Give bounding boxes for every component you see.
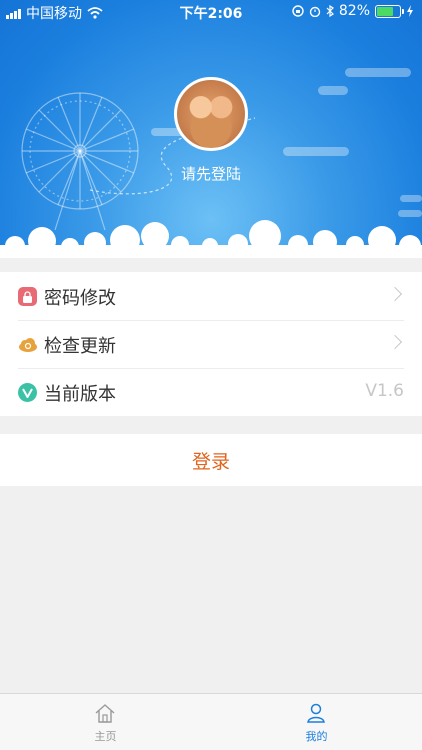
menu-item-label: 检查更新 bbox=[44, 336, 116, 357]
menu-item-label: 密码修改 bbox=[44, 288, 116, 309]
profile-header: 请先登陆 bbox=[0, 0, 422, 258]
status-bar: 中国移动 下午2:06 82% bbox=[0, 0, 422, 24]
lock-icon bbox=[18, 287, 37, 306]
chevron-right-icon bbox=[387, 334, 403, 350]
status-right: 82% bbox=[292, 3, 414, 19]
version-value: V1.6 bbox=[365, 381, 404, 401]
tab-mine[interactable]: 我的 bbox=[211, 694, 422, 750]
menu-item-check-update[interactable]: 检查更新 bbox=[0, 320, 422, 368]
user-icon bbox=[307, 703, 325, 723]
alarm-icon bbox=[309, 6, 321, 17]
chevron-right-icon bbox=[387, 286, 403, 302]
cloud-refresh-icon bbox=[18, 335, 37, 354]
avatar[interactable] bbox=[174, 77, 248, 151]
menu-item-change-password[interactable]: 密码修改 bbox=[0, 272, 422, 320]
battery-fill bbox=[377, 6, 394, 16]
tab-bar: 主页 我的 bbox=[0, 693, 422, 750]
battery-percent: 82% bbox=[338, 3, 370, 19]
tab-home[interactable]: 主页 bbox=[0, 694, 211, 750]
ferris-wheel-icon bbox=[21, 92, 139, 231]
bluetooth-icon bbox=[326, 5, 334, 17]
menu-item-label: 当前版本 bbox=[44, 384, 116, 405]
login-prompt[interactable]: 请先登陆 bbox=[0, 163, 422, 184]
orientation-lock-icon bbox=[292, 5, 304, 17]
tab-label: 我的 bbox=[305, 730, 328, 743]
menu-item-current-version: 当前版本 V1.6 bbox=[0, 368, 422, 416]
login-button[interactable]: 登录 bbox=[0, 434, 422, 486]
battery-icon bbox=[375, 4, 404, 18]
charging-icon bbox=[407, 5, 413, 17]
home-icon bbox=[95, 704, 115, 723]
settings-menu: 密码修改 检查更新 当前版本 V1.6 bbox=[0, 272, 422, 416]
tab-label: 主页 bbox=[94, 730, 117, 743]
v-icon bbox=[18, 383, 37, 402]
